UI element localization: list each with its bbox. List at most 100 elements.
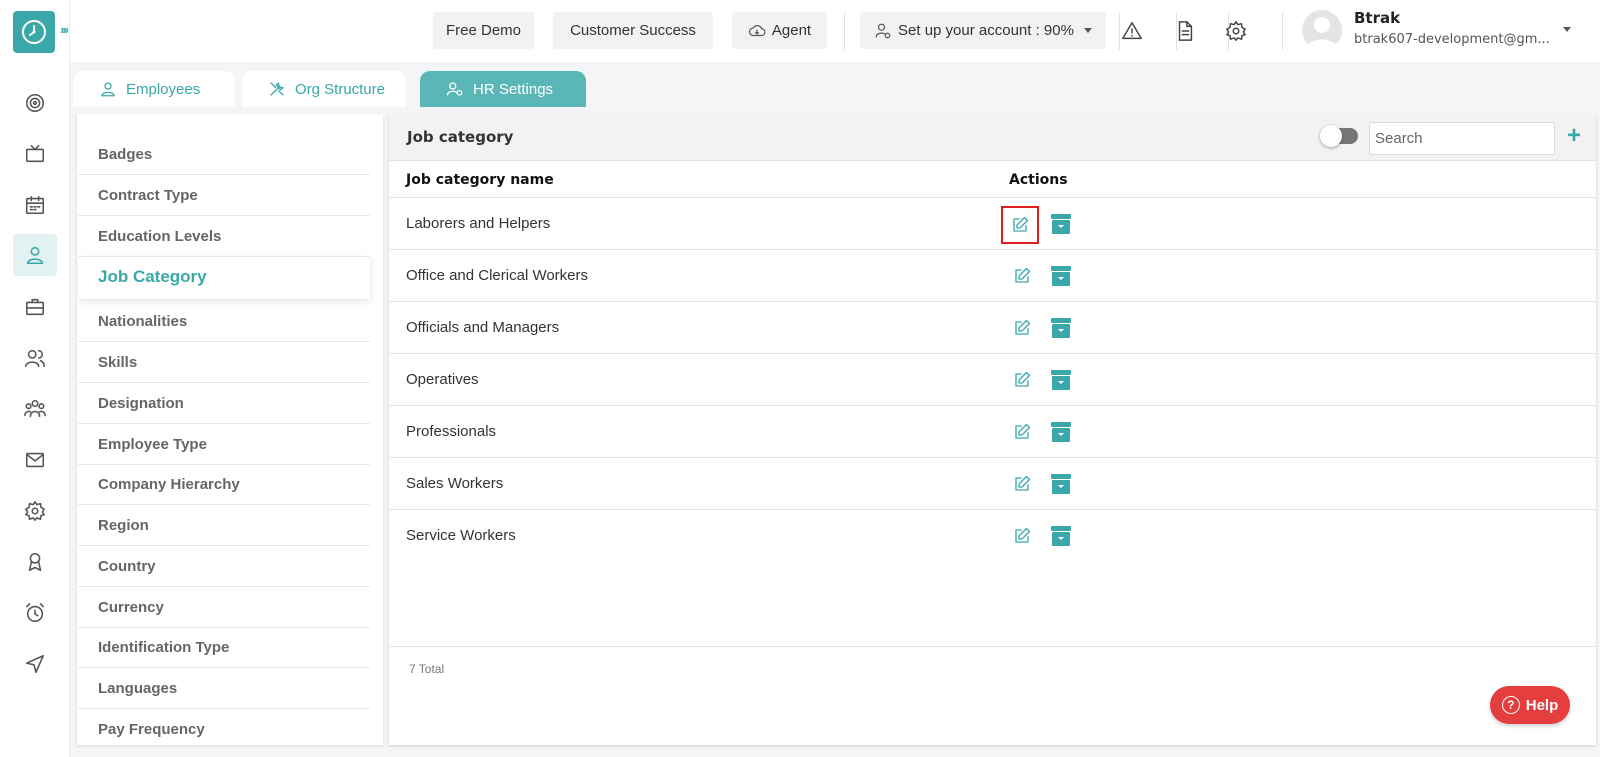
settings-item-currency[interactable]: Currency <box>78 587 370 628</box>
settings-icon[interactable] <box>13 490 57 532</box>
settings-item-nationalities[interactable]: Nationalities <box>78 301 370 342</box>
chevron-down-icon <box>1083 28 1092 33</box>
tv-icon[interactable] <box>13 133 57 175</box>
person-icon <box>101 82 115 97</box>
settings-item-contract-type[interactable]: Contract Type <box>78 175 370 216</box>
archive-icon[interactable] <box>1051 318 1071 338</box>
warning-icon[interactable] <box>1118 17 1146 45</box>
app-root: ››› Free Demo Customer Success Agent Set… <box>0 0 1600 757</box>
settings-item-badges[interactable]: Badges <box>78 134 370 175</box>
tools-icon <box>270 82 284 96</box>
job-category-name: Professionals <box>406 423 497 440</box>
archive-icon[interactable] <box>1051 370 1071 390</box>
job-category-name: Service Workers <box>406 527 516 544</box>
panel-footer-divider <box>389 646 1596 647</box>
calendar-icon[interactable] <box>13 184 57 226</box>
table-row: Sales Workers <box>389 458 1596 510</box>
user-name: Btrak <box>1354 9 1401 27</box>
hr-settings-menu: Badges Contract Type Education Levels Jo… <box>77 114 383 745</box>
user-settings-icon <box>875 23 891 38</box>
agent-button[interactable]: Agent <box>732 12 827 49</box>
panel-title: Job category <box>407 128 514 146</box>
archive-icon[interactable] <box>1051 474 1071 494</box>
help-label: Help <box>1525 696 1559 714</box>
edit-icon[interactable] <box>1010 473 1034 495</box>
edit-icon[interactable] <box>1010 369 1034 391</box>
settings-item-employee-type[interactable]: Employee Type <box>78 424 370 465</box>
tab-employees[interactable]: Employees <box>73 71 235 107</box>
settings-item-languages[interactable]: Languages <box>78 668 370 709</box>
job-category-name: Operatives <box>406 371 479 388</box>
table-row: Professionals <box>389 406 1596 458</box>
table-row: Office and Clerical Workers <box>389 250 1596 302</box>
alarm-icon[interactable] <box>13 592 57 634</box>
clock-logo-icon[interactable] <box>13 11 55 53</box>
top-bar: Free Demo Customer Success Agent Set up … <box>70 0 1600 62</box>
settings-item-country[interactable]: Country <box>78 546 370 587</box>
agent-label: Agent <box>771 22 812 39</box>
tab-org-structure[interactable]: Org Structure <box>242 71 406 107</box>
settings-item-identification-type[interactable]: Identification Type <box>78 627 370 668</box>
settings-item-pay-frequency[interactable]: Pay Frequency <box>78 709 370 745</box>
left-sidebar: ››› <box>0 0 70 757</box>
customer-success-button[interactable]: Customer Success <box>553 12 713 49</box>
settings-item-region[interactable]: Region <box>78 505 370 546</box>
send-icon[interactable] <box>13 643 57 685</box>
settings-item-company-hierarchy[interactable]: Company Hierarchy <box>78 464 370 505</box>
mail-icon[interactable] <box>13 439 57 481</box>
user-email: btrak607-development@gm... <box>1354 32 1550 47</box>
user-menu-chevron-icon[interactable] <box>1563 27 1571 32</box>
tab-org-structure-label: Org Structure <box>295 80 386 98</box>
archive-icon[interactable] <box>1051 266 1071 286</box>
free-demo-button[interactable]: Free Demo <box>433 12 534 49</box>
archive-icon[interactable] <box>1051 526 1071 546</box>
settings-item-job-category[interactable]: Job Category <box>78 255 370 299</box>
user-icon[interactable] <box>13 234 57 276</box>
expand-sidebar-icon[interactable]: ››› <box>60 22 69 37</box>
edit-icon[interactable] <box>1001 206 1039 244</box>
job-category-name: Laborers and Helpers <box>406 215 551 232</box>
edit-icon[interactable] <box>1010 317 1034 339</box>
search-input[interactable] <box>1369 122 1555 155</box>
award-icon[interactable] <box>13 541 57 583</box>
setup-account-dropdown[interactable]: Set up your account : 90% <box>860 12 1106 49</box>
column-header-name[interactable]: Job category name <box>406 172 554 188</box>
table-row: Laborers and Helpers <box>389 198 1596 250</box>
edit-icon[interactable] <box>1010 525 1034 547</box>
divider <box>1282 12 1283 50</box>
panel-header: Job category + <box>389 114 1596 161</box>
divider <box>844 12 845 50</box>
tab-hr-settings[interactable]: HR Settings <box>420 71 586 107</box>
table-row: Service Workers <box>389 510 1596 562</box>
table-row: Operatives <box>389 354 1596 406</box>
user-settings-icon <box>446 82 463 96</box>
team-icon[interactable] <box>13 388 57 430</box>
cloud-download-icon <box>748 24 766 36</box>
archive-icon[interactable] <box>1051 422 1071 442</box>
gear-icon[interactable] <box>1222 17 1250 45</box>
toggle-knob[interactable] <box>1320 125 1342 147</box>
help-button[interactable]: ? Help <box>1490 686 1570 724</box>
settings-item-designation[interactable]: Designation <box>78 383 370 424</box>
job-category-panel: Job category + Job category name Actions… <box>389 114 1596 745</box>
settings-item-education-levels[interactable]: Education Levels <box>78 216 370 257</box>
tab-hr-settings-label: HR Settings <box>473 80 554 98</box>
edit-icon[interactable] <box>1010 265 1034 287</box>
table-header: Job category name Actions <box>389 162 1596 198</box>
archive-icon[interactable] <box>1051 214 1071 234</box>
document-icon[interactable] <box>1171 17 1199 45</box>
customer-success-label: Customer Success <box>570 22 696 39</box>
free-demo-label: Free Demo <box>445 22 522 39</box>
total-count: 7 Total <box>409 662 445 676</box>
job-category-name: Sales Workers <box>406 475 504 492</box>
tab-employees-label: Employees <box>126 80 201 98</box>
dashboard-icon[interactable] <box>13 82 57 124</box>
briefcase-icon[interactable] <box>13 286 57 328</box>
job-category-name: Officials and Managers <box>406 319 560 336</box>
add-icon[interactable]: + <box>1567 122 1581 150</box>
setup-account-label: Set up your account : 90% <box>898 22 1074 39</box>
users-icon[interactable] <box>13 337 57 379</box>
edit-icon[interactable] <box>1010 421 1034 443</box>
settings-item-skills[interactable]: Skills <box>78 342 370 383</box>
avatar[interactable] <box>1302 10 1342 50</box>
